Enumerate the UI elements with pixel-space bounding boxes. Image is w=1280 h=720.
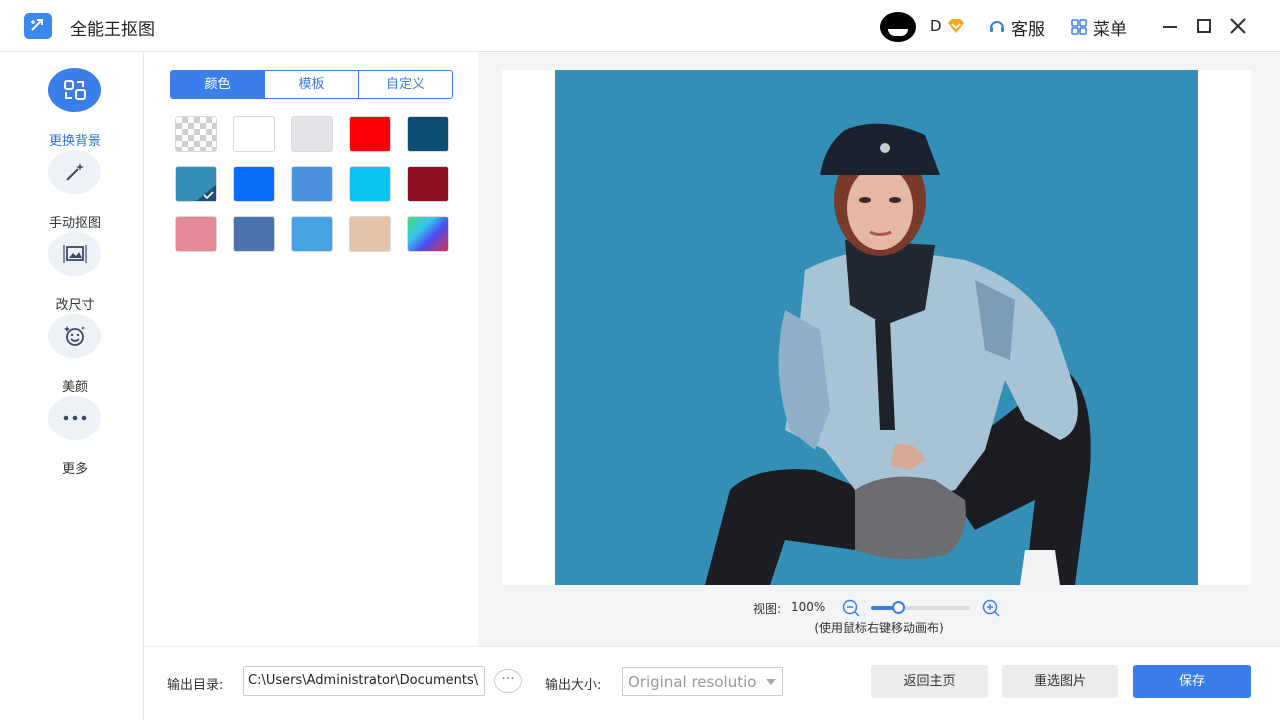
color-swatch[interactable] bbox=[233, 166, 275, 202]
beauty-face-icon bbox=[63, 326, 85, 346]
avatar[interactable] bbox=[880, 12, 916, 42]
magic-wand-icon bbox=[65, 163, 84, 181]
tab-color[interactable]: 颜色 bbox=[171, 71, 265, 98]
sidebar-item-label: 改尺寸 bbox=[55, 298, 95, 313]
zoom-out-icon[interactable] bbox=[841, 598, 861, 618]
user-name[interactable]: D bbox=[930, 17, 942, 35]
canvas-hint: (使用鼠标右键移动画布) bbox=[814, 621, 944, 635]
output-size-select[interactable]: Original resolutio bbox=[622, 667, 783, 696]
zoom-in-icon[interactable] bbox=[981, 598, 1001, 618]
selected-check-icon bbox=[196, 185, 216, 201]
sidebar-item-label: 更换背景 bbox=[48, 134, 101, 149]
app-title: 全能王抠图 bbox=[70, 20, 155, 40]
output-size-label: 输出大小: bbox=[545, 678, 602, 693]
output-dir-label: 输出目录: bbox=[167, 678, 224, 693]
close-icon[interactable] bbox=[1228, 16, 1248, 36]
color-swatch[interactable] bbox=[291, 216, 333, 252]
color-swatch[interactable] bbox=[407, 166, 449, 202]
zoom-label: 视图: bbox=[753, 602, 782, 616]
vip-diamond-icon bbox=[948, 19, 964, 33]
color-swatch[interactable] bbox=[175, 216, 217, 252]
zoom-slider-track[interactable] bbox=[871, 601, 970, 614]
preview-image[interactable] bbox=[555, 70, 1198, 585]
sidebar-item-change-background[interactable]: 更换背景 bbox=[0, 68, 144, 149]
maximize-icon[interactable] bbox=[1194, 16, 1214, 36]
resize-image-icon bbox=[62, 245, 87, 263]
grid-menu-icon bbox=[1071, 19, 1087, 35]
color-swatch[interactable] bbox=[291, 166, 333, 202]
sidebar-item-manual-cutout[interactable]: 手动抠图 bbox=[0, 150, 144, 231]
tab-custom[interactable]: 自定义 bbox=[359, 71, 452, 98]
menu-label: 菜单 bbox=[1093, 19, 1127, 40]
color-swatch[interactable] bbox=[407, 216, 449, 252]
sidebar-item-beauty[interactable]: 美颜 bbox=[0, 314, 144, 395]
output-size-value: Original resolutio bbox=[628, 673, 757, 691]
sidebar-item-more[interactable]: 更多 bbox=[0, 396, 144, 477]
person-cutout-image bbox=[705, 123, 1091, 585]
zoom-value: 100% bbox=[791, 600, 826, 614]
color-swatch[interactable] bbox=[291, 116, 333, 152]
color-swatch[interactable] bbox=[233, 116, 275, 152]
sidebar-item-label: 更多 bbox=[61, 462, 88, 477]
back-home-button[interactable]: 返回主页 bbox=[871, 665, 988, 698]
color-swatch[interactable] bbox=[349, 166, 391, 202]
zoom-control: 视图: 100% bbox=[753, 598, 1013, 618]
sidebar-item-resize[interactable]: 改尺寸 bbox=[0, 232, 144, 313]
title-bar: 全能王抠图 D 客服 菜单 bbox=[0, 0, 1280, 52]
menu-button[interactable]: 菜单 bbox=[1070, 16, 1127, 40]
color-swatch[interactable] bbox=[349, 116, 391, 152]
bottom-bar: 输出目录: C:\Users\Administrator\Documents\ … bbox=[145, 646, 1280, 720]
color-swatch[interactable] bbox=[233, 216, 275, 252]
browse-folder-button[interactable]: ··· bbox=[494, 669, 522, 693]
sidebar-item-label: 手动抠图 bbox=[48, 216, 101, 231]
background-tabs: 颜色 模板 自定义 bbox=[170, 70, 453, 99]
reselect-image-button[interactable]: 重选图片 bbox=[1002, 665, 1118, 698]
more-dots-icon bbox=[63, 415, 86, 421]
background-options-panel: 颜色 模板 自定义 bbox=[145, 53, 478, 653]
headset-icon bbox=[990, 21, 1004, 32]
color-swatch[interactable] bbox=[175, 116, 217, 152]
swap-background-icon bbox=[63, 80, 86, 100]
output-dir-field[interactable]: C:\Users\Administrator\Documents\ bbox=[243, 666, 485, 696]
color-swatch[interactable] bbox=[175, 166, 217, 202]
tab-template[interactable]: 模板 bbox=[265, 71, 359, 98]
sidebar-item-label: 美颜 bbox=[61, 380, 88, 395]
save-button[interactable]: 保存 bbox=[1133, 665, 1251, 698]
zoom-slider-thumb[interactable] bbox=[891, 601, 905, 614]
minimize-icon[interactable] bbox=[1160, 16, 1180, 36]
app-logo-icon bbox=[24, 13, 52, 39]
chevron-down-icon bbox=[766, 679, 776, 685]
color-swatch[interactable] bbox=[349, 216, 391, 252]
customer-service-label: 客服 bbox=[1011, 19, 1045, 40]
preview-area[interactable]: 视图: 100% (使用鼠标右键移动画布) bbox=[478, 53, 1280, 646]
left-sidebar: 更换背景 手动抠图 改尺寸 美颜 更多 bbox=[0, 53, 144, 720]
color-swatch[interactable] bbox=[407, 116, 449, 152]
customer-service-button[interactable]: 客服 bbox=[988, 16, 1045, 40]
